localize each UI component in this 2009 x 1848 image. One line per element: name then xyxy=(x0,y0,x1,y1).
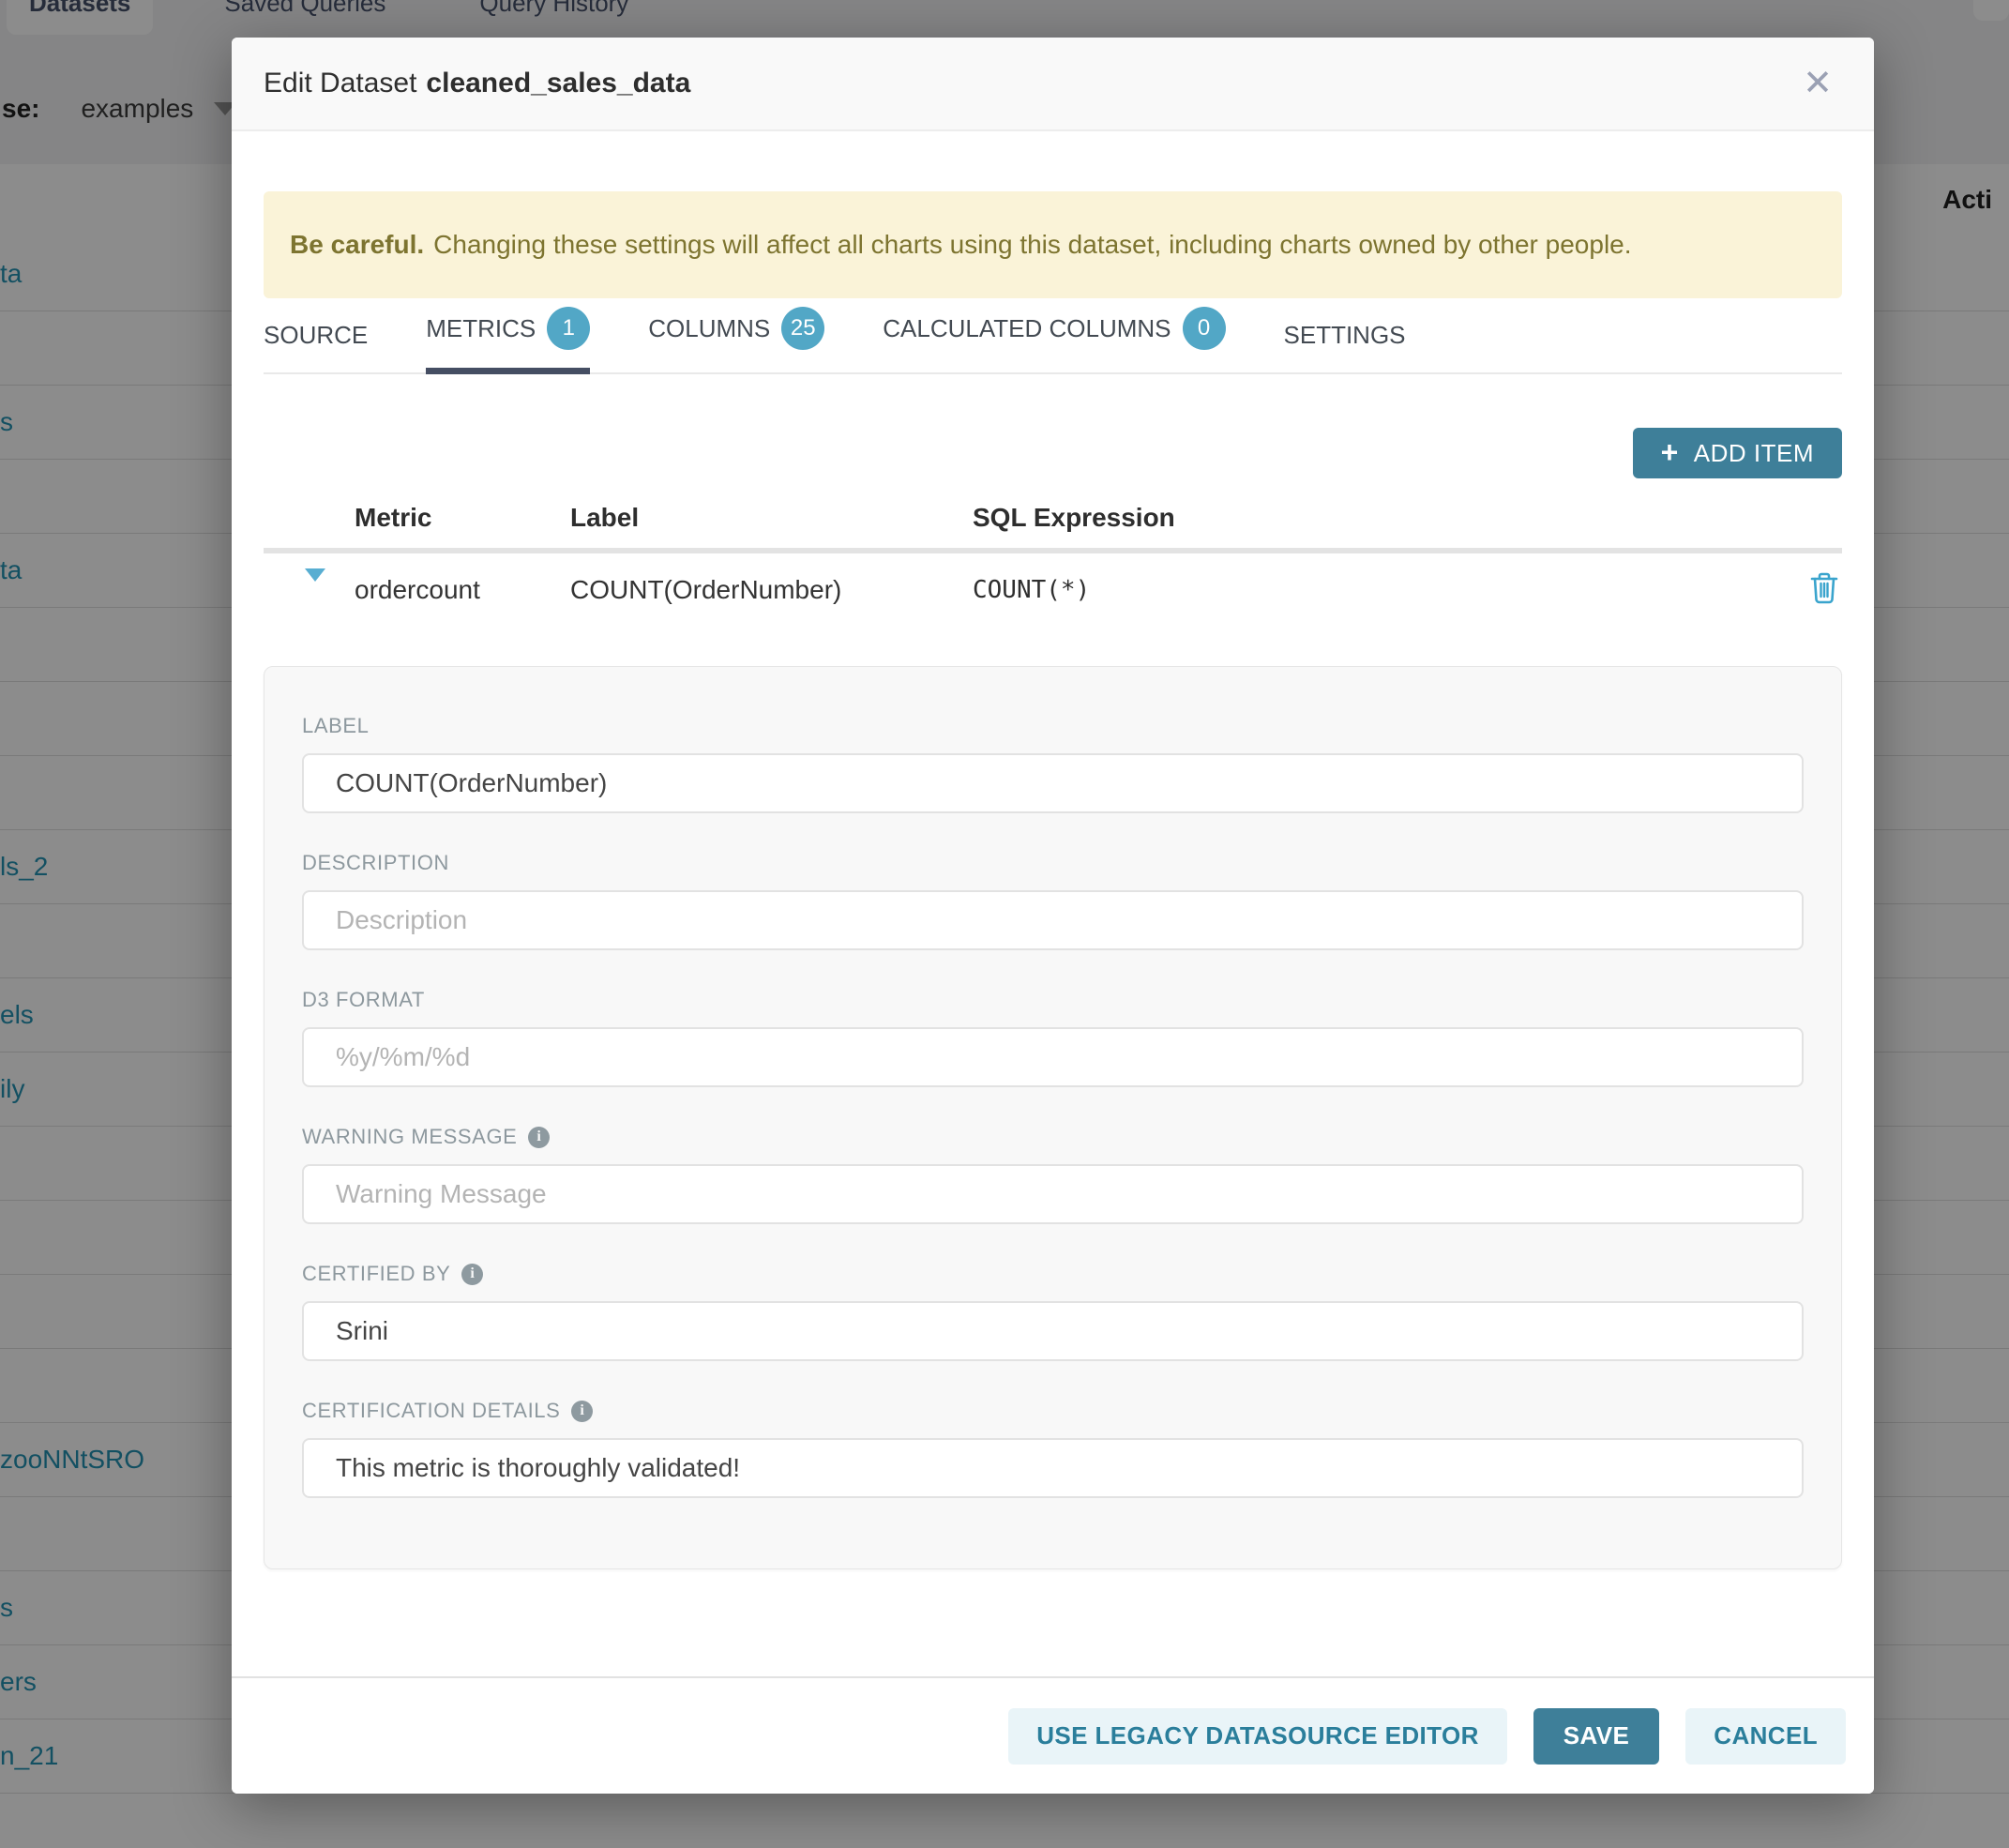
metric-label: COUNT(OrderNumber) xyxy=(570,575,973,605)
field-label-text: LABEL xyxy=(302,714,370,738)
warning-text: Changing these settings will affect all … xyxy=(433,230,1631,260)
info-icon[interactable]: i xyxy=(528,1127,550,1148)
certification-details-input[interactable] xyxy=(302,1438,1804,1498)
field-label-text: CERTIFIED BY xyxy=(302,1262,450,1286)
columns-count-badge: 25 xyxy=(781,307,824,350)
tab-label: SETTINGS xyxy=(1284,321,1406,350)
tab-metrics[interactable]: METRICS 1 xyxy=(426,307,590,372)
field-label: WARNING MESSAGE i xyxy=(302,1125,1804,1149)
plus-icon: + xyxy=(1661,437,1679,467)
info-icon[interactable]: i xyxy=(571,1401,593,1422)
calculated-columns-count-badge: 0 xyxy=(1183,307,1226,350)
metric-name: ordercount xyxy=(355,575,570,605)
cancel-button[interactable]: CANCEL xyxy=(1685,1708,1846,1765)
field-label: CERTIFIED BY i xyxy=(302,1262,1804,1286)
field-section-certified-by: CERTIFIED BY i xyxy=(302,1262,1804,1361)
metrics-table-header: Metric Label SQL Expression xyxy=(264,493,1842,542)
field-label-text: D3 FORMAT xyxy=(302,988,425,1012)
metric-detail-panel: LABEL DESCRIPTION D3 FORMAT xyxy=(264,666,1842,1569)
field-section-label: LABEL xyxy=(302,714,1804,813)
expand-caret-icon[interactable] xyxy=(305,568,325,598)
tab-label: COLUMNS xyxy=(648,314,770,343)
field-label: LABEL xyxy=(302,714,1804,738)
tab-source[interactable]: SOURCE xyxy=(264,321,368,372)
close-icon[interactable]: ✕ xyxy=(1793,62,1842,105)
field-label: D3 FORMAT xyxy=(302,988,1804,1012)
add-item-label: ADD ITEM xyxy=(1694,439,1814,468)
field-section-warning-message: WARNING MESSAGE i xyxy=(302,1125,1804,1224)
field-label-text: WARNING MESSAGE xyxy=(302,1125,517,1149)
metric-sql: COUNT(*) xyxy=(973,576,1786,604)
field-label: DESCRIPTION xyxy=(302,851,1804,875)
delete-metric-button[interactable] xyxy=(1806,568,1842,611)
trash-icon xyxy=(1810,572,1838,604)
col-header-metric: Metric xyxy=(355,503,570,533)
field-section-d3-format: D3 FORMAT xyxy=(302,988,1804,1087)
col-header-label: Label xyxy=(570,503,973,533)
modal-footer: USE LEGACY DATASOURCE EDITOR SAVE CANCEL xyxy=(232,1676,1874,1794)
field-label: CERTIFICATION DETAILS i xyxy=(302,1399,1804,1423)
field-section-certification-details: CERTIFICATION DETAILS i xyxy=(302,1399,1804,1498)
use-legacy-datasource-editor-button[interactable]: USE LEGACY DATASOURCE EDITOR xyxy=(1008,1708,1507,1765)
tab-label: SOURCE xyxy=(264,321,368,350)
certified-by-input[interactable] xyxy=(302,1301,1804,1361)
warning-bold: Be careful. xyxy=(290,230,424,260)
info-icon[interactable]: i xyxy=(461,1264,483,1285)
add-item-button[interactable]: + ADD ITEM xyxy=(1633,428,1842,478)
tab-calculated-columns[interactable]: CALCULATED COLUMNS 0 xyxy=(883,307,1225,372)
add-item-row: + ADD ITEM xyxy=(264,428,1842,478)
modal-title-prefix: Edit Dataset xyxy=(264,68,416,98)
d3-format-input[interactable] xyxy=(302,1027,1804,1087)
modal-title: Edit Dataset cleaned_sales_data xyxy=(264,68,690,99)
warning-banner: Be careful. Changing these settings will… xyxy=(264,191,1842,298)
description-input[interactable] xyxy=(302,890,1804,950)
metric-row: ordercount COUNT(OrderNumber) COUNT(*) xyxy=(264,553,1842,626)
modal-header: Edit Dataset cleaned_sales_data ✕ xyxy=(232,38,1874,131)
field-section-description: DESCRIPTION xyxy=(302,851,1804,950)
modal-body: Be careful. Changing these settings will… xyxy=(232,131,1874,1676)
tab-columns[interactable]: COLUMNS 25 xyxy=(648,307,824,372)
edit-dataset-modal: Edit Dataset cleaned_sales_data ✕ Be care… xyxy=(232,38,1874,1794)
tab-label: METRICS xyxy=(426,314,536,343)
warning-message-input[interactable] xyxy=(302,1164,1804,1224)
screen: Datasets Saved Queries Query History se:… xyxy=(0,0,2009,1848)
field-label-text: DESCRIPTION xyxy=(302,851,449,875)
tab-settings[interactable]: SETTINGS xyxy=(1284,321,1406,372)
metrics-count-badge: 1 xyxy=(547,307,590,350)
tab-label: CALCULATED COLUMNS xyxy=(883,314,1171,343)
modal-tabs: SOURCE METRICS 1 COLUMNS 25 CALCULATED C… xyxy=(264,310,1842,374)
save-button[interactable]: SAVE xyxy=(1533,1708,1659,1765)
label-input[interactable] xyxy=(302,753,1804,813)
field-label-text: CERTIFICATION DETAILS xyxy=(302,1399,560,1423)
col-header-sql: SQL Expression xyxy=(973,503,1786,533)
dataset-name: cleaned_sales_data xyxy=(426,68,690,98)
